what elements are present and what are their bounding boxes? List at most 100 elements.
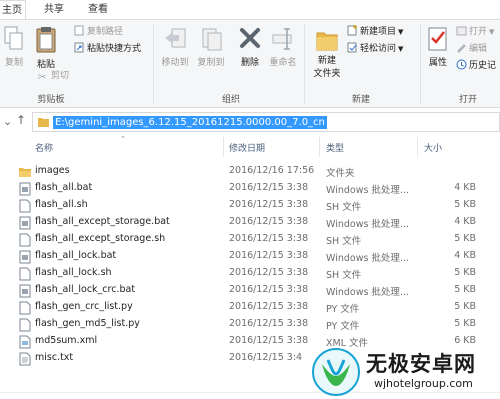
file-icon	[19, 267, 31, 281]
group-separator	[304, 24, 305, 104]
file-row[interactable]: flash_all.sh 2016/12/15 3:38 SH 文件 5 KB	[0, 197, 500, 214]
properties-button[interactable]: 属性	[424, 26, 452, 68]
batch-file-icon	[19, 182, 31, 196]
column-divider[interactable]	[319, 137, 320, 157]
easy-access-button[interactable]: 轻松访问 ▼	[347, 42, 403, 55]
file-type: SH 文件	[326, 270, 362, 281]
paste-button[interactable]: 粘贴	[32, 26, 60, 70]
history-button[interactable]: 历史记	[456, 59, 496, 72]
file-icon	[19, 318, 31, 332]
copy-icon	[4, 26, 23, 50]
file-name: flash_all_lock.bat	[35, 250, 117, 261]
file-type: PY 文件	[326, 304, 360, 315]
watermark-logo	[312, 348, 360, 396]
text-file-icon	[19, 352, 31, 366]
copy-path-button[interactable]: 复制路径	[74, 25, 123, 38]
file-name: flash_all_lock_crc.bat	[35, 284, 136, 295]
cut-button[interactable]: ✂ 剪切	[38, 70, 69, 83]
paste-shortcut-icon	[74, 42, 84, 53]
column-size[interactable]: 大小	[424, 141, 442, 154]
batch-file-icon	[19, 216, 31, 230]
file-row[interactable]: flash_all_except_storage.sh 2016/12/15 3:…	[0, 231, 500, 248]
file-modified: 2016/12/15 3:4	[229, 352, 303, 363]
watermark-title: 无极安卓网	[366, 352, 476, 376]
column-divider[interactable]	[417, 137, 418, 157]
column-name[interactable]: 名称	[35, 141, 53, 154]
copy-to-label: 复制到	[197, 58, 225, 68]
organize-group-label: 组织	[221, 95, 240, 105]
chevron-down-icon[interactable]: ⌄	[3, 115, 12, 128]
file-row[interactable]: flash_gen_md5_list.py 2016/12/15 3:38 PY 文…	[0, 316, 500, 333]
file-row[interactable]: flash_all_lock.bat 2016/12/15 3:38 Windows…	[0, 248, 500, 265]
address-path[interactable]: E:\gemini_images_6.12.15_20161215.0000.0…	[53, 116, 327, 129]
file-size: 5 KB	[454, 233, 476, 244]
delete-button[interactable]: 删除	[236, 26, 264, 68]
file-name: flash_all_except_storage.sh	[35, 233, 166, 244]
paste-shortcut-button[interactable]: 粘贴快捷方式	[74, 42, 141, 55]
file-row[interactable]: images 2016/12/16 17:56 文件夹	[0, 163, 500, 180]
new-item-label: 新建项目	[360, 27, 397, 37]
open-group-label: 打开	[458, 95, 477, 105]
file-row[interactable]: flash_all_lock.sh 2016/12/15 3:38 SH 文件 5 K…	[0, 265, 500, 282]
file-type: SH 文件	[326, 236, 362, 247]
rename-icon	[272, 28, 292, 50]
address-bar[interactable]: E:\gemini_images_6.12.15_20161215.0000.0…	[32, 112, 500, 132]
copy-label: 复制	[4, 58, 23, 68]
file-row[interactable]: flash_all.bat 2016/12/15 3:38 Windows 批处理.…	[0, 180, 500, 197]
up-arrow-icon[interactable]: ↑	[16, 113, 26, 127]
file-explorer-window: 主页 共享 查看 复制 粘贴 复制路径 粘贴快捷方式 ✂ 剪切 剪贴板 移动到 …	[0, 0, 500, 399]
chevron-down-icon: ▼	[398, 45, 404, 53]
file-size: 5 KB	[454, 267, 476, 278]
batch-file-icon	[19, 284, 31, 298]
rename-button[interactable]: 重命名	[266, 26, 300, 68]
new-folder-button[interactable]: 新建 文件夹	[309, 26, 345, 81]
properties-label: 属性	[428, 58, 447, 68]
move-to-button[interactable]: 移动到	[158, 26, 192, 68]
file-size: 5 KB	[454, 301, 476, 312]
file-name: md5sum.xml	[35, 335, 98, 346]
file-type: 文件夹	[326, 168, 355, 179]
edit-button[interactable]: 编辑	[456, 42, 487, 55]
file-type: Windows 批处理...	[326, 185, 409, 196]
copy-to-button[interactable]: 复制到	[194, 26, 228, 68]
column-modified[interactable]: 修改日期	[229, 141, 265, 154]
easy-access-label: 轻松访问	[360, 44, 397, 54]
file-size: 5 KB	[454, 284, 476, 295]
column-divider[interactable]	[223, 137, 224, 157]
folder-icon	[19, 168, 31, 177]
clipboard-group-label: 剪贴板	[37, 95, 65, 105]
file-row[interactable]: flash_all_lock_crc.bat 2016/12/15 3:38 Win…	[0, 282, 500, 299]
file-modified: 2016/12/15 3:38	[229, 216, 309, 227]
file-name: flash_gen_crc_list.py	[35, 301, 133, 312]
move-to-icon	[165, 28, 186, 48]
edit-label: 编辑	[469, 44, 488, 54]
xml-file-icon	[19, 335, 31, 349]
new-item-button[interactable]: 新建项目 ▼	[347, 25, 403, 38]
file-row[interactable]: flash_all_except_storage.bat 2016/12/15 3…	[0, 214, 500, 231]
open-icon	[456, 26, 467, 36]
file-size: 6 KB	[454, 335, 476, 346]
file-type: Windows 批处理...	[326, 253, 409, 264]
copy-button[interactable]: 复制	[2, 26, 26, 68]
watermark-logo-icon	[322, 359, 350, 386]
file-type: Windows 批处理...	[326, 287, 409, 298]
column-type[interactable]: 类型	[326, 141, 344, 154]
file-modified: 2016/12/15 3:38	[229, 233, 309, 244]
tab-share[interactable]: 共享	[36, 0, 72, 20]
file-modified: 2016/12/15 3:38	[229, 284, 309, 295]
sort-chevron-icon: ⌃	[120, 135, 126, 143]
folder-icon	[38, 118, 49, 127]
tab-view[interactable]: 查看	[80, 0, 116, 20]
file-name: flash_all.sh	[35, 199, 88, 210]
copy-path-icon	[74, 25, 84, 36]
file-size: 4 KB	[454, 250, 476, 261]
file-type: PY 文件	[326, 321, 360, 332]
tab-home[interactable]: 主页	[0, 0, 26, 20]
watermark: 无极安卓网 wjhotelgroup.com	[312, 346, 500, 398]
batch-file-icon	[19, 250, 31, 264]
scissors-icon: ✂	[38, 72, 47, 83]
delete-x-icon	[240, 28, 260, 48]
file-row[interactable]: flash_gen_crc_list.py 2016/12/15 3:38 PY 文…	[0, 299, 500, 316]
file-type: SH 文件	[326, 202, 362, 213]
open-button[interactable]: 打开 ▼	[456, 25, 494, 38]
